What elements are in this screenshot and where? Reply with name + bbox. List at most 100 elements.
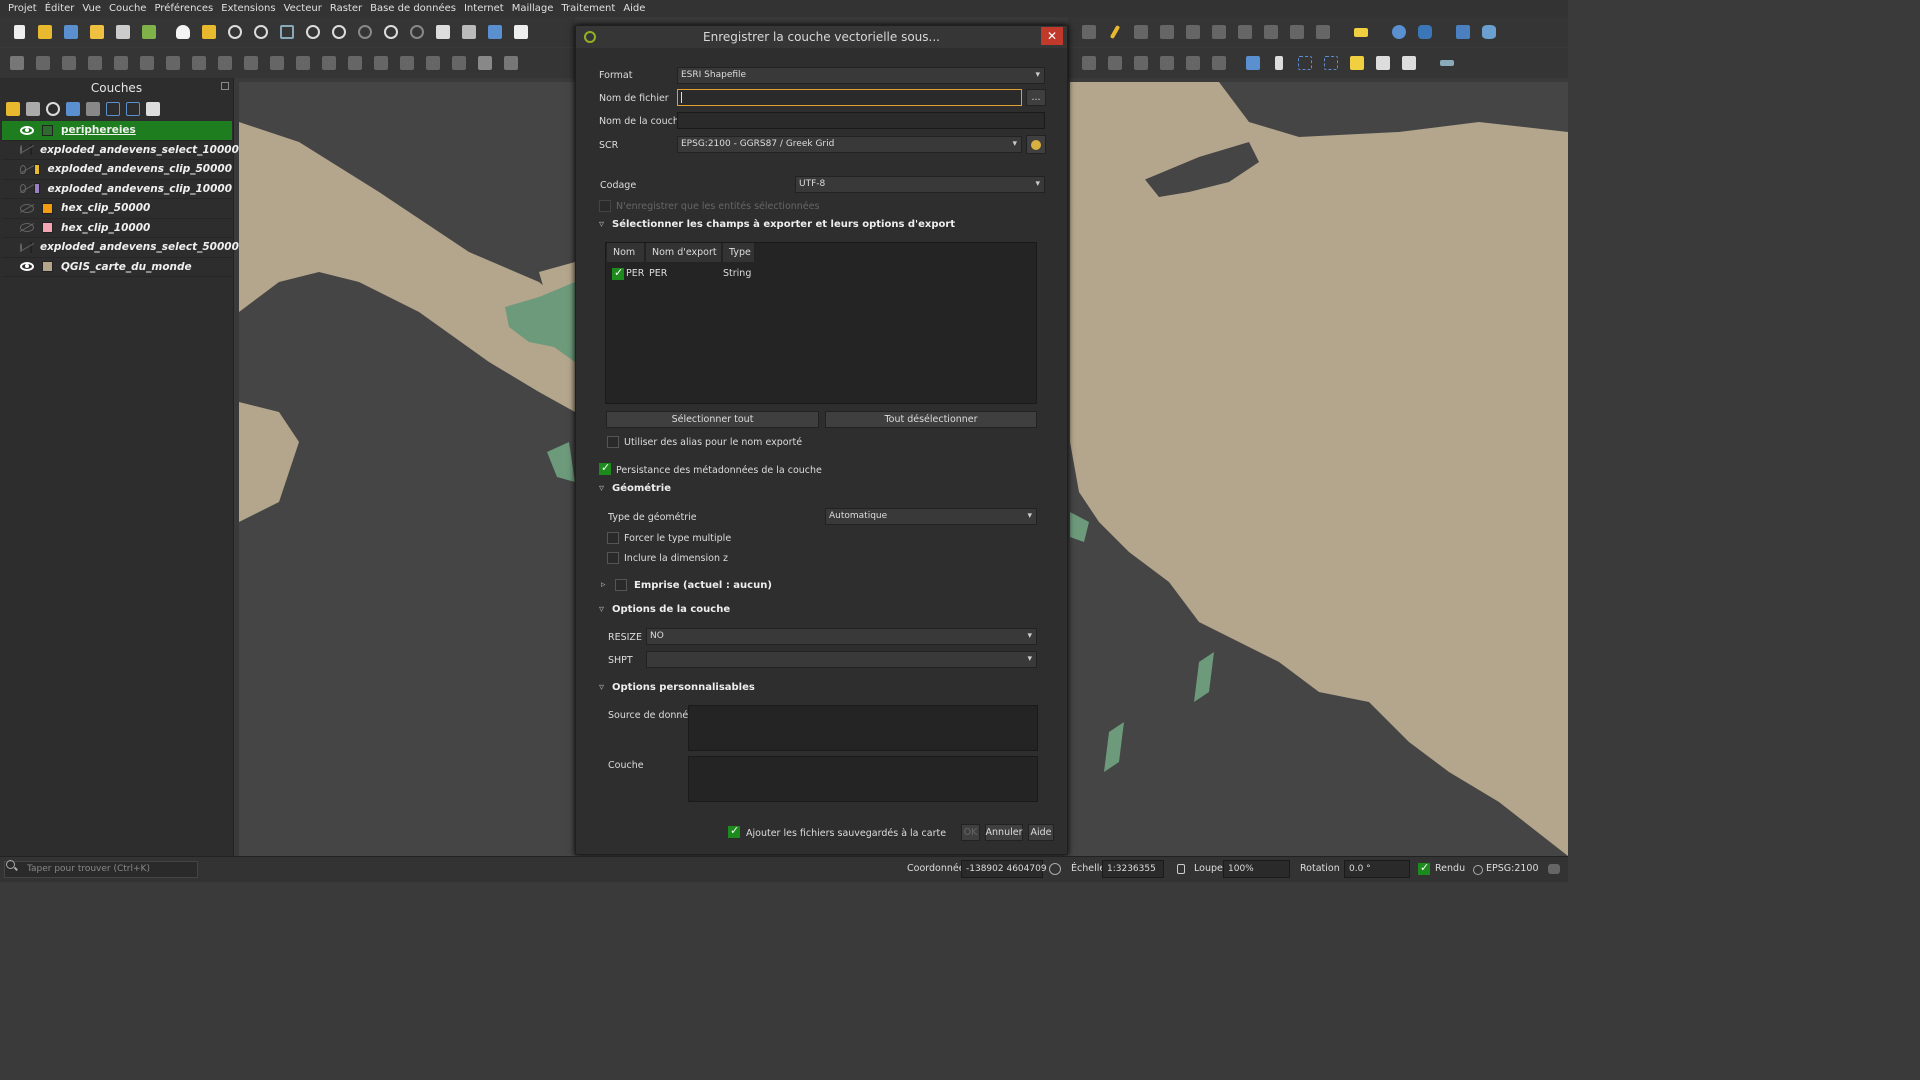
shpt-combo[interactable] xyxy=(646,651,1037,668)
field-row-export[interactable]: PER xyxy=(649,265,667,283)
resize-combo[interactable]: NO xyxy=(646,628,1037,645)
pan-to-selection-icon[interactable] xyxy=(198,21,220,43)
menu-internet[interactable]: Internet xyxy=(460,3,508,14)
select-icon[interactable] xyxy=(500,52,522,74)
save-edits-icon[interactable] xyxy=(1130,21,1152,43)
change-label-icon[interactable] xyxy=(1372,52,1394,74)
open-layer-styling-icon[interactable] xyxy=(6,102,20,116)
zoom-layer-icon[interactable] xyxy=(328,21,350,43)
topology-icon[interactable] xyxy=(1208,52,1230,74)
menu-projet[interactable]: Projet xyxy=(4,3,41,14)
layer-row-hex-10000[interactable]: hex_clip_10000 xyxy=(2,219,232,238)
layer-options-textarea[interactable] xyxy=(688,756,1038,802)
new-3d-view-icon[interactable] xyxy=(458,21,480,43)
crs-selector-button[interactable] xyxy=(1026,135,1046,154)
new-project-icon[interactable] xyxy=(8,21,30,43)
render-checkbox[interactable] xyxy=(1418,861,1430,875)
fill-ring-icon[interactable] xyxy=(1208,21,1230,43)
pan-icon[interactable] xyxy=(172,21,194,43)
cut-features-icon[interactable] xyxy=(136,52,158,74)
add-feature-icon[interactable] xyxy=(32,52,54,74)
add-part-icon[interactable] xyxy=(448,52,470,74)
layer-diagram-icon[interactable] xyxy=(1312,21,1334,43)
eye-hidden-icon[interactable] xyxy=(20,223,34,233)
pin-label-icon[interactable] xyxy=(1320,52,1342,74)
layername-input[interactable] xyxy=(677,112,1045,129)
delete-ring-icon[interactable] xyxy=(1234,21,1256,43)
edit-geometry-icon[interactable] xyxy=(1130,52,1152,74)
layer-options-section-header[interactable]: ▿ Options de la couche xyxy=(599,604,730,615)
pencil-icon[interactable] xyxy=(1104,21,1126,43)
menu-vecteur[interactable]: Vecteur xyxy=(280,3,326,14)
georeferencer-icon[interactable] xyxy=(1078,52,1100,74)
rotate-point-icon[interactable] xyxy=(370,52,392,74)
label-abc-icon[interactable] xyxy=(1350,21,1372,43)
layer-row-carte-du-monde[interactable]: QGIS_carte_du_monde xyxy=(2,258,232,277)
save-project-icon[interactable] xyxy=(60,21,82,43)
menu-extensions[interactable]: Extensions xyxy=(217,3,279,14)
select-all-button[interactable]: Sélectionner tout xyxy=(606,411,819,428)
include-z-checkbox[interactable] xyxy=(607,552,619,564)
offset-curve-icon[interactable] xyxy=(292,52,314,74)
add-group-icon[interactable] xyxy=(26,102,40,116)
digitize-curve-icon[interactable] xyxy=(1078,21,1100,43)
manage-visibility-icon[interactable] xyxy=(46,102,60,116)
bookmark-icon[interactable] xyxy=(484,21,506,43)
rotation-field[interactable]: 0.0 ° xyxy=(1344,860,1410,878)
toggle-extents-icon[interactable] xyxy=(1049,863,1061,875)
col-header-nom[interactable]: Nom xyxy=(607,243,645,262)
browse-button[interactable]: ... xyxy=(1026,89,1046,106)
node-tool-icon[interactable] xyxy=(1156,21,1178,43)
panel-close-icon[interactable] xyxy=(221,82,229,90)
expand-all-icon[interactable] xyxy=(106,102,120,116)
trim-extend-icon[interactable] xyxy=(1182,21,1204,43)
simplify-icon[interactable] xyxy=(396,52,418,74)
col-header-export[interactable]: Nom d'export xyxy=(646,243,722,262)
format-combo[interactable]: ESRI Shapefile xyxy=(677,67,1045,84)
open-project-icon[interactable] xyxy=(34,21,56,43)
deselect-all-button[interactable]: Tout désélectionner xyxy=(825,411,1037,428)
menu-traitement[interactable]: Traitement xyxy=(557,3,619,14)
messages-icon[interactable] xyxy=(1548,864,1560,874)
force-multi-checkbox[interactable] xyxy=(607,532,619,544)
help-button[interactable]: Aide xyxy=(1028,824,1054,841)
encoding-combo[interactable]: UTF-8 xyxy=(795,176,1045,193)
table-icon[interactable] xyxy=(474,52,496,74)
zoom-full-icon[interactable] xyxy=(276,21,298,43)
new-print-layout-icon[interactable] xyxy=(86,21,108,43)
zoom-in-icon[interactable] xyxy=(224,21,246,43)
db-manager-icon[interactable] xyxy=(1478,21,1500,43)
menu-editer[interactable]: Éditer xyxy=(41,3,79,14)
menu-aide[interactable]: Aide xyxy=(619,3,649,14)
geom-type-combo[interactable]: Automatique xyxy=(825,508,1037,525)
layer-row-select-10000[interactable]: exploded_andevens_select_10000 xyxy=(2,141,239,160)
locator-search-input[interactable]: Taper pour trouver (Ctrl+K) xyxy=(4,861,198,878)
style-manager-icon[interactable] xyxy=(138,21,160,43)
remove-layer-icon[interactable] xyxy=(146,102,160,116)
globe-plugin-icon[interactable] xyxy=(1388,21,1410,43)
extent-checkbox[interactable] xyxy=(615,579,627,591)
menu-preferences[interactable]: Préférences xyxy=(150,3,217,14)
label-tool-icon[interactable] xyxy=(1242,52,1264,74)
select-label-icon[interactable] xyxy=(1268,52,1290,74)
vertex-tool-icon[interactable] xyxy=(58,52,80,74)
grid-snap-icon[interactable] xyxy=(1182,52,1204,74)
crs-combo[interactable]: EPSG:2100 - GGRS87 / Greek Grid xyxy=(677,136,1022,153)
zoom-last-icon[interactable] xyxy=(380,21,402,43)
menu-raster[interactable]: Raster xyxy=(326,3,366,14)
layer-row-clip-10000[interactable]: exploded_andevens_clip_10000 xyxy=(2,180,232,199)
add-ring-icon[interactable] xyxy=(422,52,444,74)
menu-vue[interactable]: Vue xyxy=(78,3,105,14)
snapping-icon[interactable] xyxy=(1156,52,1178,74)
merge-features-icon[interactable] xyxy=(344,52,366,74)
toggle-editing-icon[interactable] xyxy=(6,52,28,74)
eye-hidden-icon[interactable] xyxy=(20,145,22,155)
redo-icon[interactable] xyxy=(240,52,262,74)
persist-metadata-checkbox[interactable] xyxy=(599,461,611,475)
layer-row-periphereies[interactable]: periphereies xyxy=(2,121,232,141)
fields-section-header[interactable]: ▿ Sélectionner les champs à exporter et l… xyxy=(599,219,955,230)
move-label-icon[interactable] xyxy=(1294,52,1316,74)
zoom-native-icon[interactable] xyxy=(354,21,376,43)
filter-legend-icon[interactable] xyxy=(66,102,80,116)
zoom-out-icon[interactable] xyxy=(250,21,272,43)
